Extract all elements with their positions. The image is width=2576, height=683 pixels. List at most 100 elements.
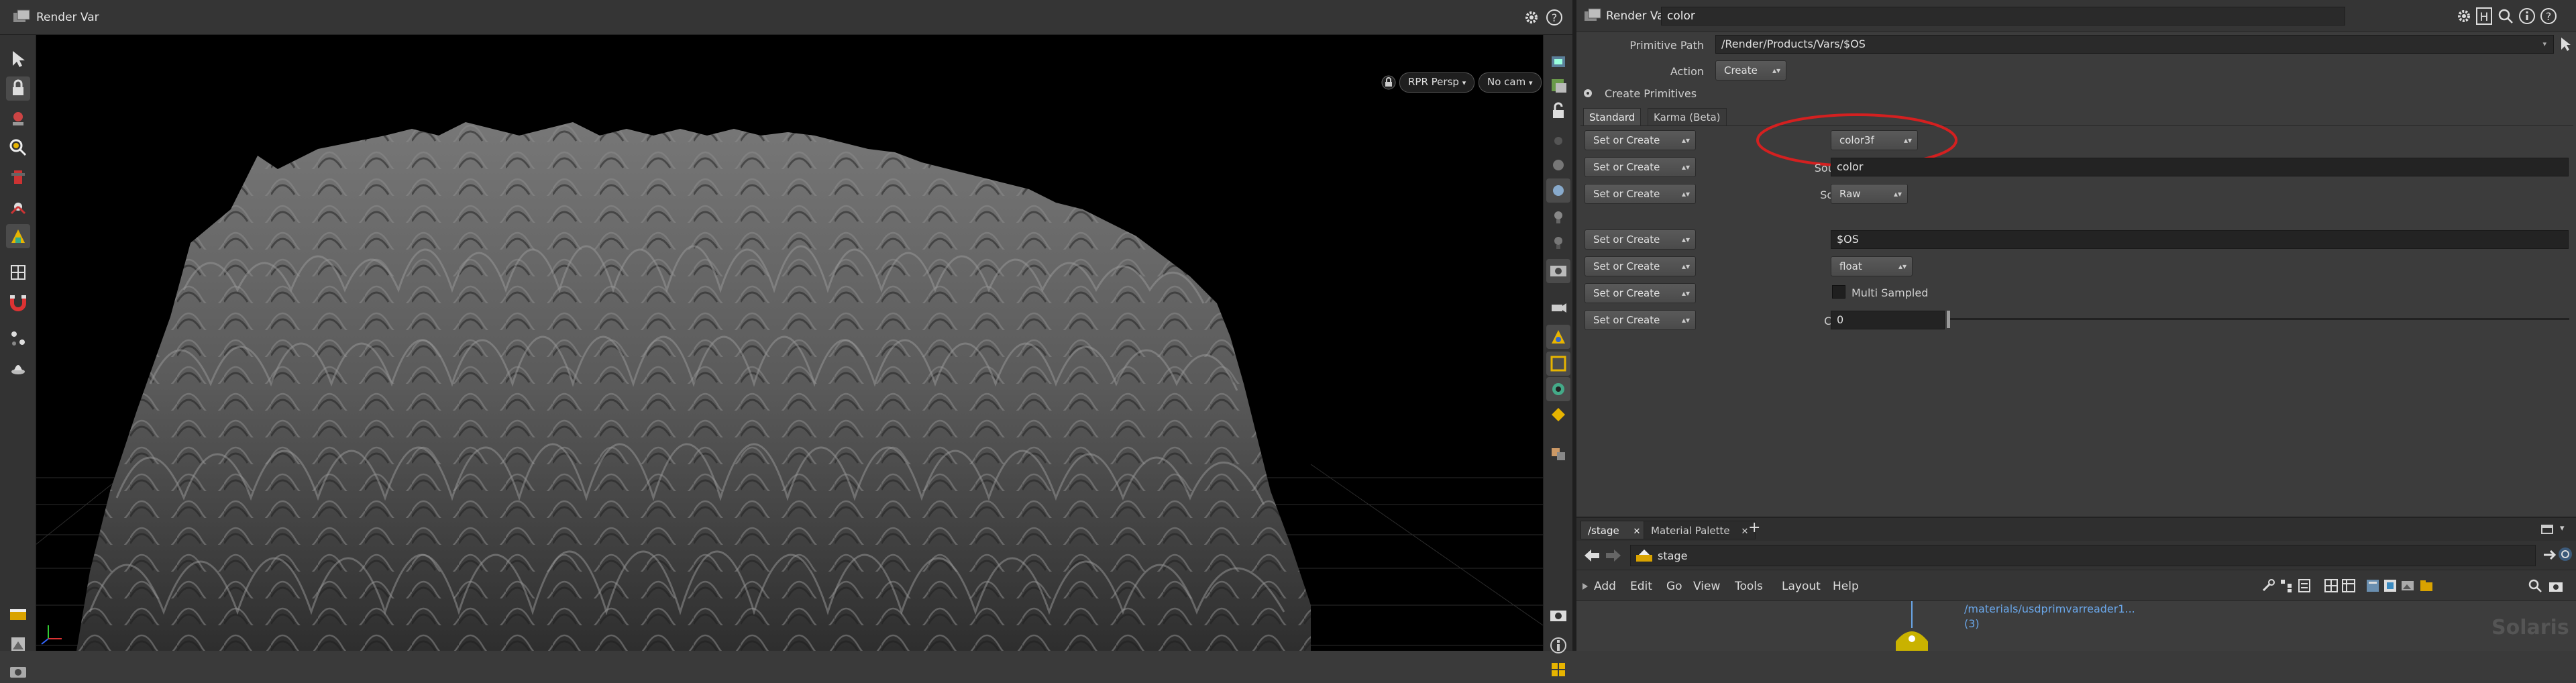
zoom-tool-icon[interactable] xyxy=(6,136,30,160)
menu-edit[interactable]: Edit xyxy=(1630,580,1652,593)
cam-menu[interactable]: No cam ▾ xyxy=(1479,72,1542,93)
camera-menu[interactable]: RPR Persp ▾ xyxy=(1399,72,1475,93)
node-path-link[interactable]: /materials/usdprimvarreader1... xyxy=(1964,602,2135,615)
gear-icon[interactable] xyxy=(2455,7,2473,25)
tab-stage[interactable]: /stage ✕ xyxy=(1580,521,1648,539)
light-bulb-icon[interactable] xyxy=(1546,205,1570,229)
menu-add[interactable]: Add xyxy=(1594,580,1616,593)
help-icon[interactable]: ? xyxy=(1546,9,1563,26)
tab-material-palette[interactable]: Material Palette ✕ xyxy=(1644,521,1756,539)
camera-view-icon[interactable] xyxy=(1546,259,1570,283)
material-node[interactable] xyxy=(1892,601,1939,651)
set-or-create-menu[interactable]: Set or Create ▴▾ xyxy=(1585,130,1696,150)
search-icon[interactable] xyxy=(2528,578,2542,593)
edit-tool-icon[interactable] xyxy=(6,260,30,284)
format-menu[interactable]: float ▴▾ xyxy=(1831,256,1913,276)
gear-small-icon[interactable] xyxy=(1582,87,1594,99)
help-icon[interactable]: ? xyxy=(2540,7,2557,25)
gear-icon[interactable] xyxy=(1523,9,1540,26)
tools-wrench-icon[interactable] xyxy=(2261,578,2275,593)
set-or-create-menu[interactable]: Set or Create ▴▾ xyxy=(1585,310,1696,330)
lock-view-icon[interactable] xyxy=(1546,99,1570,123)
network-box-icon[interactable] xyxy=(2383,578,2398,593)
pane-layout-icon[interactable] xyxy=(2541,525,2553,534)
paint-tool-icon[interactable] xyxy=(6,195,30,219)
tab-standard[interactable]: Standard xyxy=(1583,108,1642,126)
back-arrow-icon[interactable] xyxy=(1583,548,1601,563)
set-or-create-menu[interactable]: Set or Create ▴▾ xyxy=(1585,256,1696,276)
menu-layout[interactable]: Layout xyxy=(1782,580,1821,593)
guide-bounds-icon[interactable] xyxy=(1546,352,1570,376)
add-tab-icon[interactable]: + xyxy=(1748,519,1760,536)
tree-view-icon[interactable] xyxy=(2279,578,2294,593)
link-icon[interactable] xyxy=(2557,546,2573,562)
guide-proxy-icon[interactable] xyxy=(1546,403,1570,427)
action-menu[interactable]: Create ▴▾ xyxy=(1715,60,1786,81)
pin-icon[interactable] xyxy=(2542,547,2557,562)
lock-tool-icon[interactable] xyxy=(6,76,30,101)
forward-arrow-icon[interactable] xyxy=(1605,548,1622,563)
light-bulb-2-icon[interactable] xyxy=(1546,231,1570,255)
sticky-note-icon[interactable] xyxy=(2365,578,2380,593)
close-icon[interactable]: ✕ xyxy=(1741,527,1748,537)
snapshot-icon[interactable] xyxy=(6,632,30,656)
image-icon[interactable] xyxy=(2400,578,2415,593)
display-options-icon[interactable] xyxy=(1546,50,1570,74)
source-name-field[interactable]: color xyxy=(1831,158,2569,176)
menu-go[interactable]: Go xyxy=(1666,580,1682,593)
parameter-header: Render Var color H ? xyxy=(1576,0,2576,32)
handle-tool-icon[interactable] xyxy=(6,224,30,248)
close-icon[interactable]: ✕ xyxy=(1633,527,1640,537)
select-primitive-arrow-icon[interactable] xyxy=(2557,35,2573,52)
source-type-menu[interactable]: Raw ▴▾ xyxy=(1831,184,1908,204)
render-region-icon[interactable] xyxy=(6,356,30,380)
toggle-background-icon[interactable] xyxy=(1546,74,1570,98)
lock-camera-icon[interactable] xyxy=(1381,75,1396,90)
render-icon[interactable] xyxy=(6,659,30,683)
tab-karma-beta[interactable]: Karma (Beta) xyxy=(1648,108,1727,126)
headlight-icon[interactable] xyxy=(1546,178,1570,203)
multi-sampled-checkbox[interactable] xyxy=(1832,285,1845,299)
set-or-create-menu[interactable]: Set or Create ▴▾ xyxy=(1585,184,1696,204)
instances-icon[interactable] xyxy=(1546,441,1570,466)
name-field[interactable]: $OS xyxy=(1831,230,2569,249)
select-tool-icon[interactable] xyxy=(6,47,30,71)
set-or-create-menu[interactable]: Set or Create ▴▾ xyxy=(1585,157,1696,177)
folder-icon[interactable] xyxy=(2419,578,2434,593)
grid-view-icon[interactable] xyxy=(2324,578,2339,593)
clear-value-field[interactable]: 0 xyxy=(1831,311,1945,329)
menu-view[interactable]: View xyxy=(1693,580,1720,593)
light-off-icon[interactable] xyxy=(1546,129,1570,153)
magnet-snap-icon[interactable] xyxy=(6,290,30,314)
info-icon[interactable] xyxy=(2518,7,2536,25)
pose-tool-icon[interactable] xyxy=(6,165,30,189)
guide-render-icon[interactable] xyxy=(1546,377,1570,401)
collapse-icon[interactable] xyxy=(1582,582,1589,590)
details-view-icon[interactable] xyxy=(2341,578,2356,593)
list-view-icon[interactable] xyxy=(2297,578,2312,593)
search-icon[interactable] xyxy=(2497,7,2514,25)
camera-icon[interactable] xyxy=(2548,578,2564,593)
network-path-field[interactable]: stage xyxy=(1630,545,2536,566)
clear-value-slider-track[interactable] xyxy=(1949,318,2569,320)
menu-help[interactable]: Help xyxy=(1833,580,1859,593)
guide-geometry-icon[interactable] xyxy=(1546,325,1570,349)
3d-viewport[interactable]: RPR Persp ▾ No cam ▾ xyxy=(36,35,1543,651)
layout-icon[interactable] xyxy=(1546,658,1570,682)
snapshot-camera-icon[interactable] xyxy=(1546,602,1570,627)
chevron-down-icon[interactable]: ▾ xyxy=(2560,523,2565,533)
shading-icon[interactable] xyxy=(1546,153,1570,177)
flipbook-icon[interactable] xyxy=(6,602,30,627)
menu-tools[interactable]: Tools xyxy=(1735,580,1763,593)
primitive-path-field[interactable]: /Render/Products/Vars/$OS ▾ xyxy=(1715,35,2554,54)
node-name-field[interactable]: color xyxy=(1661,7,2345,25)
hda-icon[interactable]: H xyxy=(2475,7,2493,25)
network-editor[interactable]: /materials/usdprimvarreader1... (3) Sola… xyxy=(1576,601,2576,651)
clear-value-slider-handle[interactable] xyxy=(1947,311,1950,328)
set-or-create-menu[interactable]: Set or Create ▴▾ xyxy=(1585,229,1696,250)
tumble-tool-icon[interactable] xyxy=(6,106,30,130)
info-icon[interactable] xyxy=(1546,633,1570,658)
camera-dolly-icon[interactable] xyxy=(1546,295,1570,319)
set-or-create-menu[interactable]: Set or Create ▴▾ xyxy=(1585,283,1696,303)
scene-graph-icon[interactable] xyxy=(6,326,30,350)
